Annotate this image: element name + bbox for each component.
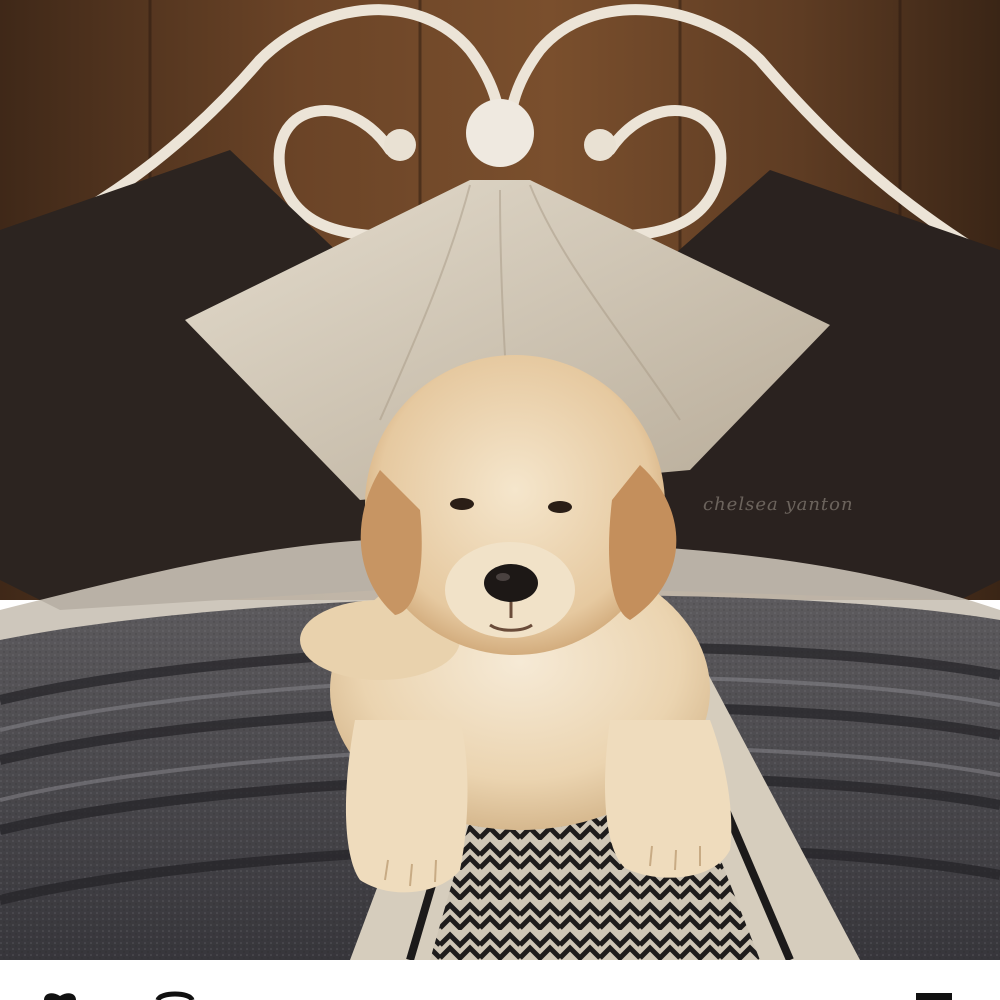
post-action-bar — [0, 960, 1000, 1000]
post-photo: chelsea yanton — [0, 0, 1000, 960]
bookmark-icon[interactable] — [914, 990, 954, 1000]
comment-icon[interactable] — [155, 990, 195, 1000]
heart-icon[interactable] — [40, 990, 84, 1000]
watermark-text: chelsea yanton — [703, 494, 854, 515]
